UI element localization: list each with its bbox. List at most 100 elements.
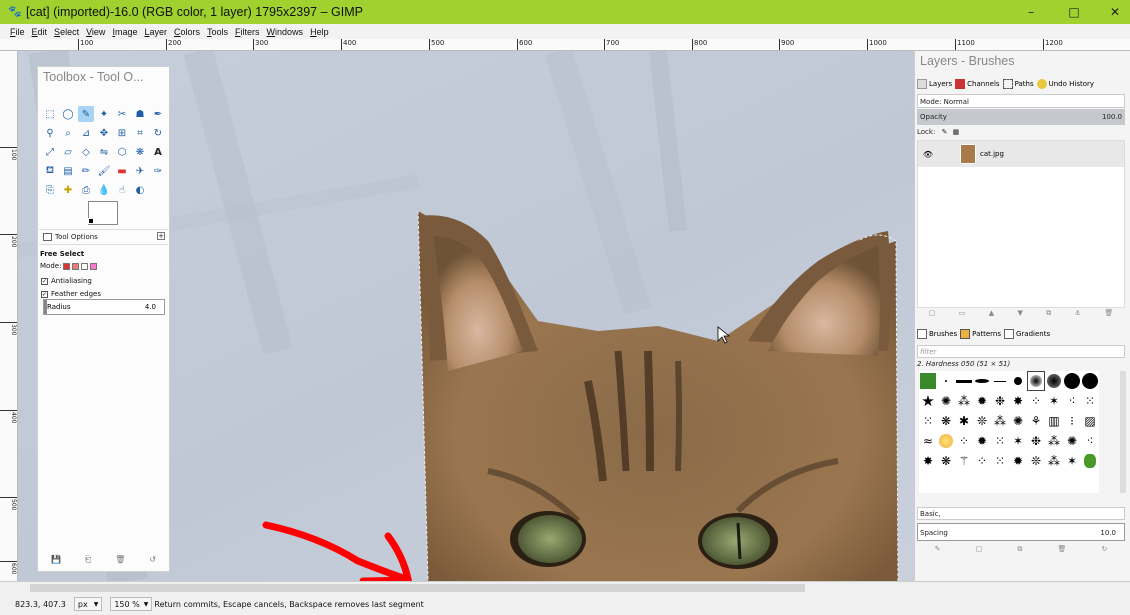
duplicate-brush-icon[interactable]: ⧉	[1017, 545, 1022, 557]
brush-item[interactable]: ❉	[991, 391, 1009, 411]
fuzzy-select-icon[interactable]: ✦	[96, 106, 112, 122]
brush-filter-input[interactable]: filter	[917, 345, 1125, 358]
ink-icon[interactable]: ✑	[150, 163, 166, 179]
brush-item[interactable]: ⁖	[1063, 391, 1081, 411]
clone-icon[interactable]: ⎘	[42, 182, 58, 198]
free-select-icon[interactable]: ✎	[78, 106, 94, 122]
brush-item[interactable]: ❊	[1027, 451, 1045, 471]
brush-item[interactable]	[919, 371, 937, 391]
brush-item[interactable]: ⁂	[955, 391, 973, 411]
brush-item[interactable]: ✶	[1045, 391, 1063, 411]
lower-layer-icon[interactable]: ▼	[1018, 309, 1023, 321]
lock-pixels-icon[interactable]: ✎	[942, 128, 948, 136]
brush-item[interactable]	[973, 371, 991, 391]
brush-item[interactable]: ⁖	[1081, 431, 1099, 451]
restore-options-icon[interactable]: ⎗	[85, 555, 91, 569]
brush-item[interactable]: ▥	[1045, 411, 1063, 431]
menu-edit[interactable]: Edit	[32, 27, 48, 37]
brush-item[interactable]: ✶	[1063, 451, 1081, 471]
minimize-button[interactable]: –	[1010, 0, 1052, 24]
brush-item[interactable]	[937, 431, 955, 451]
visibility-eye-icon[interactable]: 👁	[918, 150, 938, 159]
brush-scrollbar[interactable]	[1120, 371, 1126, 493]
save-options-icon[interactable]: 💾	[51, 555, 61, 569]
menu-filters[interactable]: Filters	[235, 27, 260, 37]
antialiasing-checkbox[interactable]: ✓	[41, 277, 48, 285]
rect-select-icon[interactable]: ⬚	[42, 106, 58, 122]
menu-file[interactable]: File	[10, 27, 25, 37]
layers-list[interactable]: 👁 cat.jpg	[917, 140, 1125, 308]
brush-item[interactable]	[1027, 371, 1045, 391]
foreground-color-swatch[interactable]	[88, 218, 94, 224]
brush-item[interactable]: ❋	[937, 451, 955, 471]
menu-tools[interactable]: Tools	[207, 27, 228, 37]
text-icon[interactable]: A	[150, 144, 166, 160]
delete-options-icon[interactable]: 🗑	[115, 555, 125, 569]
heal-icon[interactable]: ✚	[60, 182, 76, 198]
cage-icon[interactable]: ⬡	[114, 144, 130, 160]
align-icon[interactable]: ⊞	[114, 125, 130, 141]
brush-item[interactable]	[1081, 451, 1099, 471]
tab-channels[interactable]: Channels	[955, 79, 1000, 89]
brush-item[interactable]	[1081, 371, 1099, 391]
brush-item[interactable]: ⁙	[1081, 391, 1099, 411]
crop-icon[interactable]: ⌗	[132, 125, 148, 141]
menu-windows[interactable]: Windows	[267, 27, 304, 37]
reset-options-icon[interactable]: ↺	[149, 555, 156, 569]
shear-icon[interactable]: ▱	[60, 144, 76, 160]
feather-checkbox[interactable]: ✓	[41, 290, 48, 298]
raise-layer-icon[interactable]: ▲	[989, 309, 994, 321]
tab-patterns[interactable]: Patterns	[960, 329, 1001, 339]
brush-item[interactable]: ⁘	[1027, 391, 1045, 411]
mode-replace-icon[interactable]	[63, 262, 71, 270]
brush-item[interactable]: ✶	[1009, 431, 1027, 451]
lock-alpha-icon[interactable]: ▦	[953, 128, 960, 136]
brush-item[interactable]: ✺	[1009, 411, 1027, 431]
brush-item[interactable]	[1045, 371, 1063, 391]
brush-preset-dropdown[interactable]: Basic,	[917, 507, 1125, 520]
close-button[interactable]: ✕	[1094, 0, 1130, 24]
foreground-select-icon[interactable]: ☗	[132, 106, 148, 122]
brush-item[interactable]: ❉	[1027, 431, 1045, 451]
spacing-slider[interactable]: Spacing 10.0	[917, 523, 1125, 541]
new-layer-group-icon[interactable]: ▭	[959, 309, 966, 321]
brush-item[interactable]	[937, 371, 955, 391]
measure-icon[interactable]: ⊿	[78, 125, 94, 141]
brush-item[interactable]: ❋	[937, 411, 955, 431]
layer-row[interactable]: 👁 cat.jpg	[918, 141, 1124, 167]
brush-item[interactable]: ✺	[937, 391, 955, 411]
brush-item[interactable]: ⁂	[1045, 451, 1063, 471]
brush-item[interactable]: ⁙	[991, 431, 1009, 451]
flip-icon[interactable]: ⇋	[96, 144, 112, 160]
bucket-fill-icon[interactable]: ⛾	[42, 163, 58, 179]
tab-paths[interactable]: Paths	[1002, 79, 1034, 89]
scrollbar-thumb[interactable]	[30, 584, 805, 592]
opacity-slider[interactable]: Opacity 100.0	[917, 109, 1125, 125]
move-icon[interactable]: ✥	[96, 125, 112, 141]
brush-item[interactable]: ≈	[919, 431, 937, 451]
brush-item[interactable]: ✸	[1009, 391, 1027, 411]
anchor-layer-icon[interactable]: ⚓	[1075, 309, 1081, 321]
mode-dropdown[interactable]: Mode: Normal	[917, 94, 1125, 108]
vertical-ruler[interactable]: 100 200 300 400 500 600	[0, 51, 18, 581]
duplicate-layer-icon[interactable]: ⧉	[1046, 309, 1051, 321]
color-picker-icon[interactable]: ⚲	[42, 125, 58, 141]
brush-item[interactable]	[1009, 371, 1027, 391]
new-brush-icon[interactable]: ▢	[976, 545, 983, 557]
rotate-icon[interactable]: ↻	[150, 125, 166, 141]
brush-item[interactable]: ▨	[1081, 411, 1099, 431]
fg-bg-colors[interactable]	[88, 201, 118, 226]
warp-icon[interactable]: ❋	[132, 144, 148, 160]
dodge-icon[interactable]: ◐	[132, 182, 148, 198]
menu-layer[interactable]: Layer	[144, 27, 167, 37]
brush-item[interactable]: ⁂	[991, 411, 1009, 431]
tab-undo-history[interactable]: Undo History	[1036, 79, 1094, 89]
mode-add-icon[interactable]	[72, 262, 80, 270]
brush-item[interactable]	[1063, 371, 1081, 391]
mode-subtract-icon[interactable]	[81, 262, 89, 270]
blur-icon[interactable]: 💧	[96, 182, 112, 198]
brush-item[interactable]: ✸	[919, 451, 937, 471]
perspective-icon[interactable]: ◇	[78, 144, 94, 160]
menu-select[interactable]: Select	[54, 27, 79, 37]
edit-brush-icon[interactable]: ✎	[935, 545, 941, 557]
